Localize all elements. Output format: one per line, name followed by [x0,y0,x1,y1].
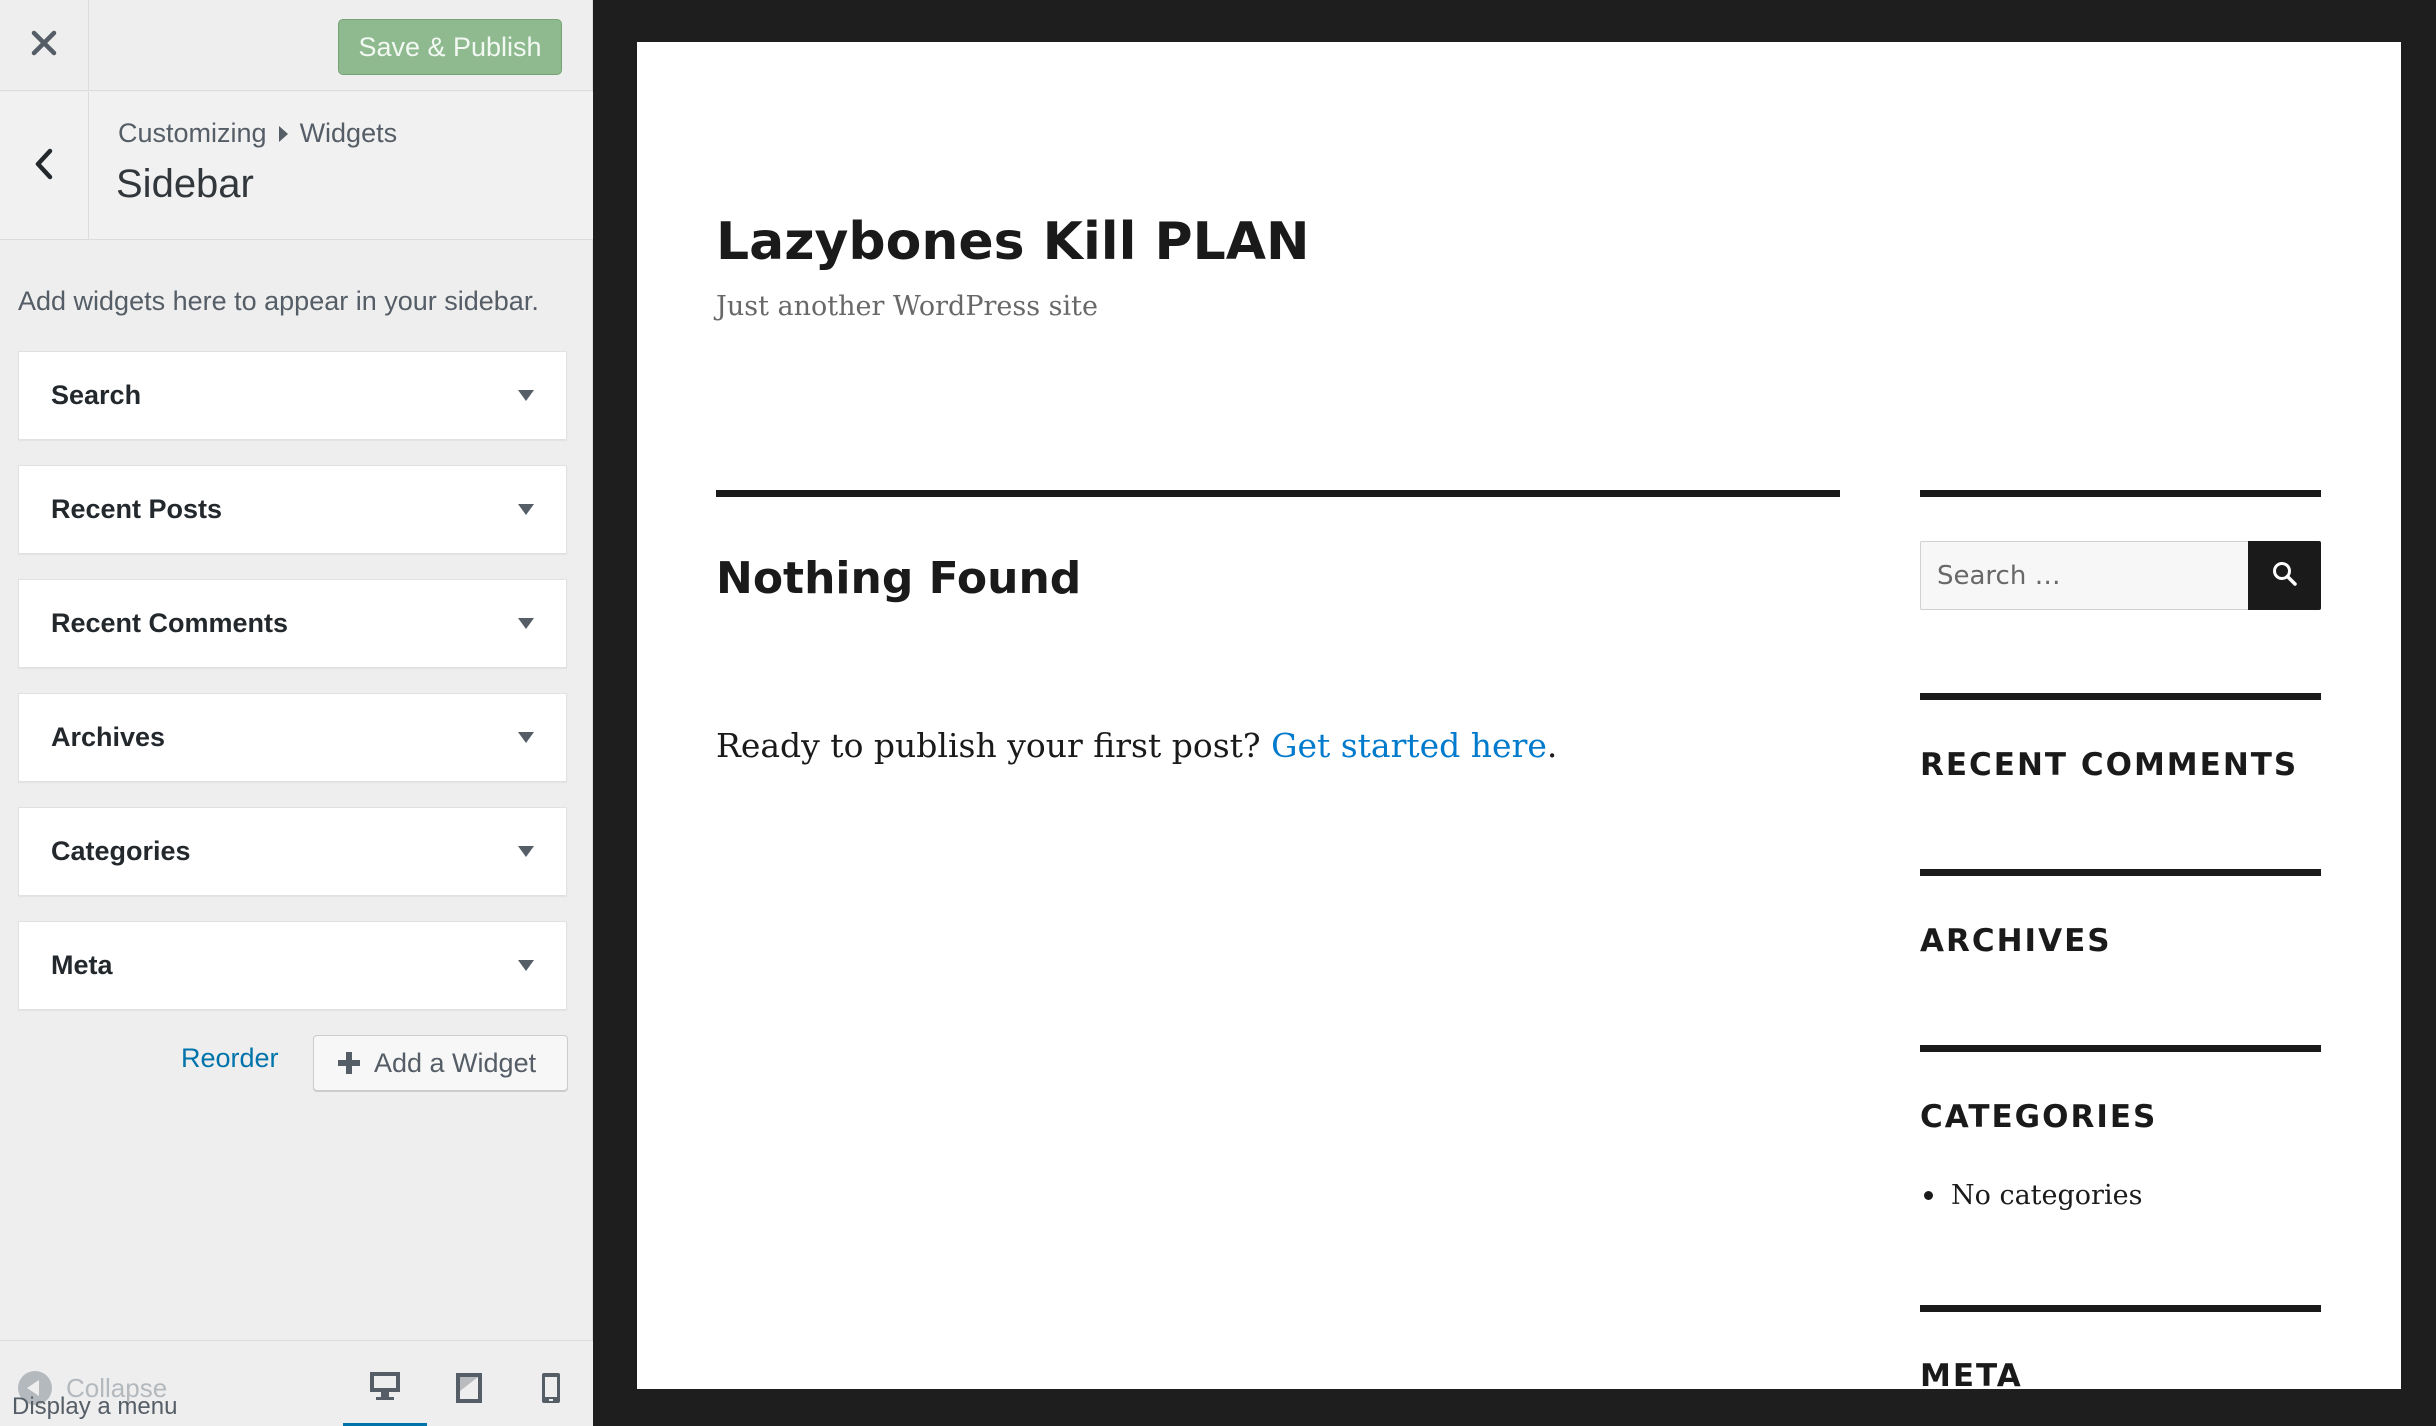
widget-title: Categories [51,836,191,866]
widget-title: Recent Comments [51,608,289,638]
widget-title: Recent Posts [51,494,223,524]
sidebar-divider [1920,693,2321,700]
sidebar-search-input[interactable]: Search … [1920,541,2249,610]
widget-archives[interactable]: Archives [18,693,567,782]
close-button[interactable] [0,0,89,91]
add-widget-button[interactable]: Add a Widget [313,1035,568,1091]
dropdown-arrow-icon[interactable] [518,732,534,743]
dropdown-arrow-icon[interactable] [518,504,534,515]
sidebar-divider [1920,1305,2321,1312]
add-widget-label: Add a Widget [374,1047,537,1078]
widget-recent-comments[interactable]: Recent Comments [18,579,567,668]
device-tablet-button[interactable] [427,1353,511,1426]
widget-heading-archives: ARCHIVES [1920,923,2112,959]
back-button[interactable] [0,92,89,240]
dropdown-arrow-icon[interactable] [518,390,534,401]
reorder-link[interactable]: Reorder [181,1043,279,1074]
section-description: Add widgets here to appear in your sideb… [18,286,539,316]
site-title[interactable]: Lazybones Kill PLAN [716,212,1310,272]
widget-title: Meta [51,950,113,980]
dropdown-arrow-icon[interactable] [518,960,534,971]
tooltip: Display a menu [12,1393,178,1420]
intro-end: . [1546,726,1558,765]
plus-icon [338,1052,360,1074]
widget-title: Search [51,380,142,410]
sidebar-divider [1920,869,2321,876]
device-mobile-button[interactable] [509,1353,593,1426]
site-preview: Lazybones Kill PLAN Just another WordPre… [637,42,2401,1389]
chevron-left-icon [33,147,55,186]
bullet-icon [1924,1191,1933,1200]
widget-recent-posts[interactable]: Recent Posts [18,465,567,554]
dropdown-arrow-icon[interactable] [518,846,534,857]
customizer-footer: Collapse Display a menu [0,1340,593,1426]
page-heading: Nothing Found [716,553,1082,604]
search-submit-button[interactable] [2248,541,2321,610]
site-tagline: Just another WordPress site [716,291,1098,322]
breadcrumb-customizing: Customizing [118,118,267,148]
breadcrumb: Customizing Widgets [118,118,397,149]
widget-search[interactable]: Search [18,351,567,440]
widget-meta[interactable]: Meta [18,921,567,1010]
close-icon [30,29,58,62]
section-header: Customizing Widgets Sidebar [0,92,593,240]
breadcrumb-widgets: Widgets [299,118,398,148]
device-desktop-button[interactable] [343,1353,427,1426]
desktop-icon [368,1370,402,1407]
customizer-header: Save & Publish [0,0,593,91]
content-divider [716,490,1840,497]
intro-text: Ready to publish your first post? [716,726,1272,765]
widget-title: Archives [51,722,166,752]
section-title: Sidebar [116,162,254,206]
sidebar-divider [1920,490,2321,497]
intro-paragraph: Ready to publish your first post? Get st… [716,726,1557,765]
widget-heading-categories: CATEGORIES [1920,1099,2158,1135]
widget-categories[interactable]: Categories [18,807,567,896]
widget-heading-recent-comments: RECENT COMMENTS [1920,747,2299,783]
sidebar-divider [1920,1045,2321,1052]
customizer-panel: Save & Publish Customizing Widgets Sideb… [0,0,593,1426]
widget-heading-meta: META [1920,1358,2023,1389]
get-started-link[interactable]: Get started here [1271,726,1547,765]
tablet-icon [454,1371,484,1410]
caret-right-icon [278,125,288,142]
search-icon [2271,560,2299,592]
dropdown-arrow-icon[interactable] [518,618,534,629]
categories-list: No categories [1920,1180,2142,1211]
mobile-icon [540,1371,562,1410]
list-item: No categories [1951,1180,2143,1211]
save-publish-button[interactable]: Save & Publish [338,19,562,75]
